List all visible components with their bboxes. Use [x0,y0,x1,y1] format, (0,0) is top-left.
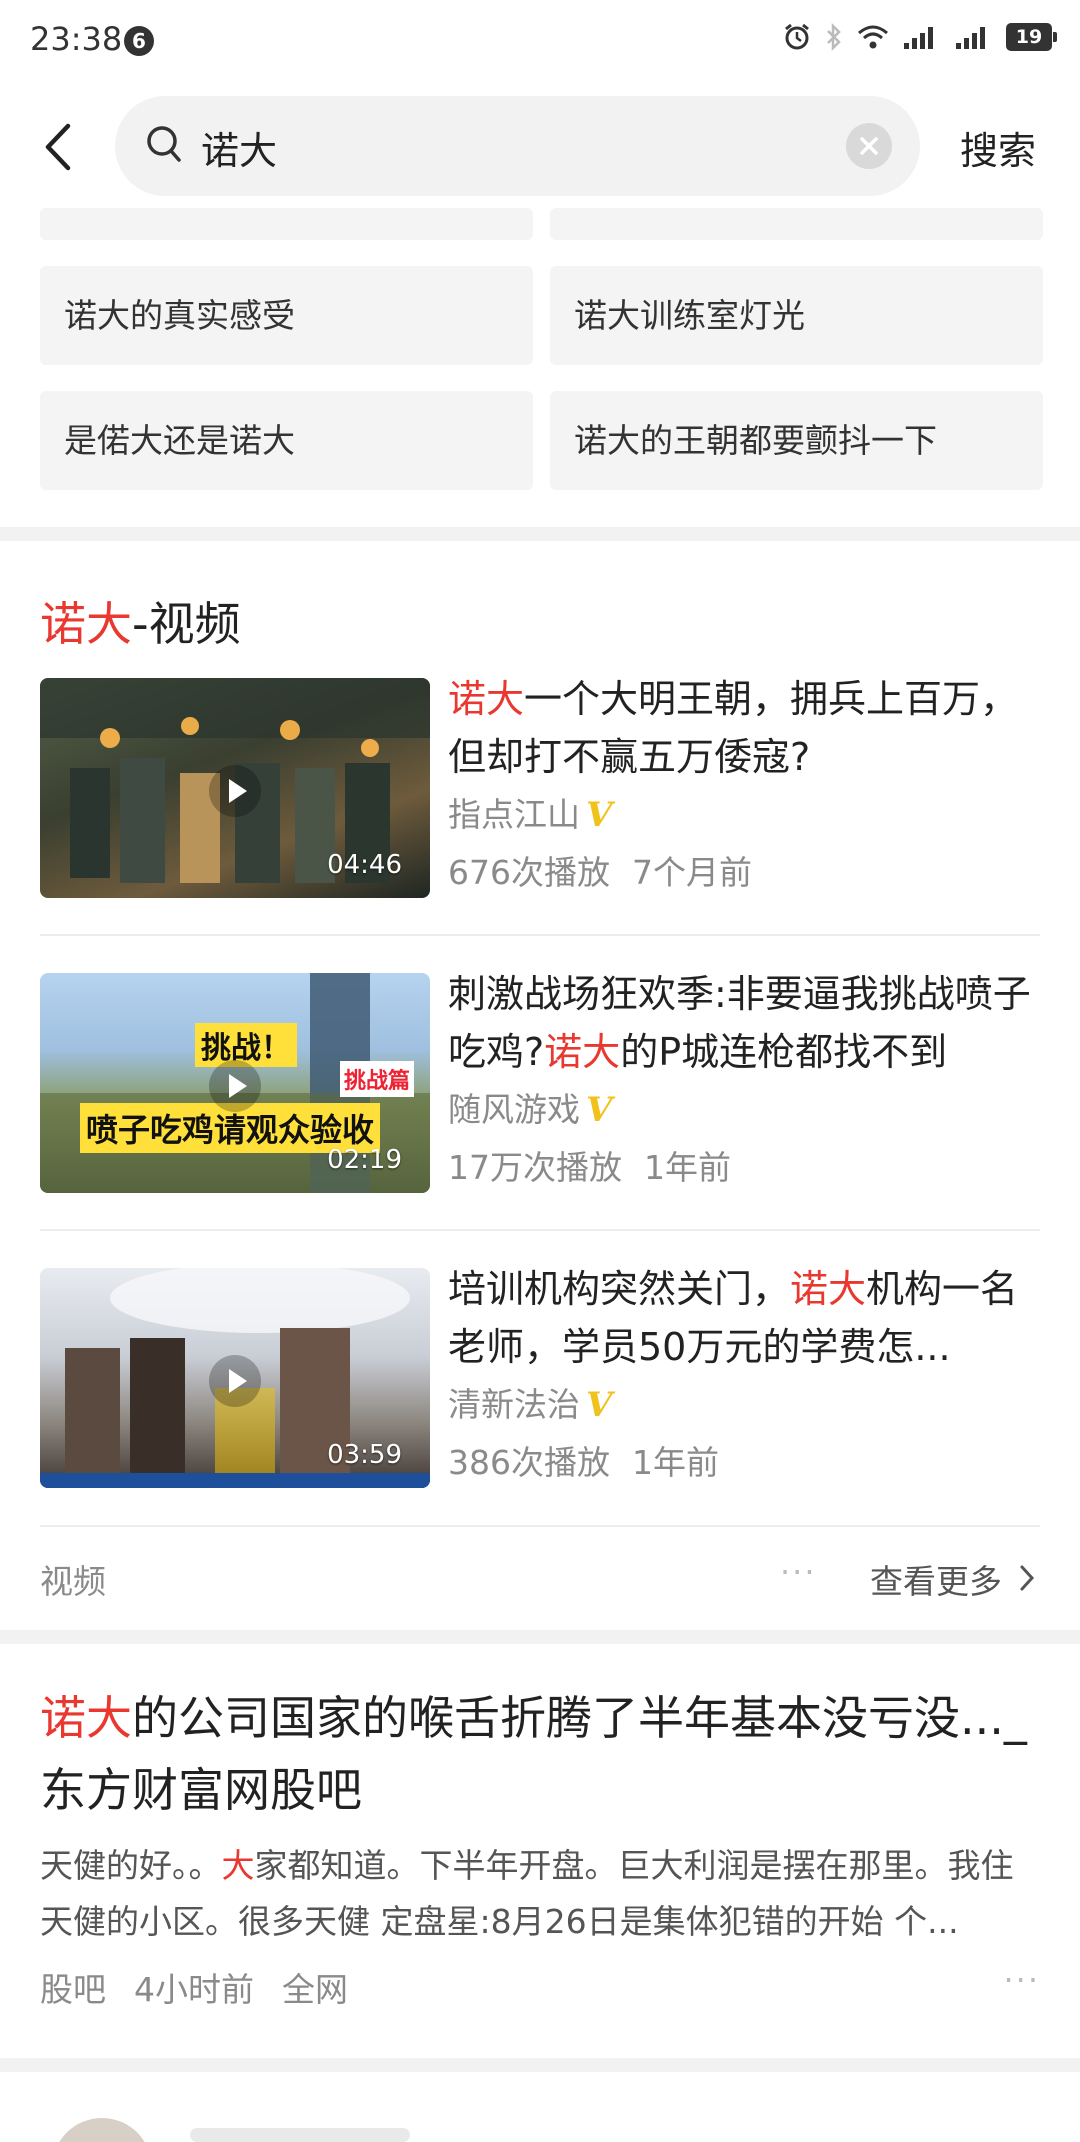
suggestion-chip[interactable]: 是偌大还是诺大 [40,391,533,490]
video-meta: 17万次播放 1年前 [448,1148,731,1187]
view-more-link[interactable]: 查看更多 [870,1555,1002,1603]
suggestion-chip[interactable]: 诺大的王朝都要颤抖一下 [550,391,1043,490]
verified-badge-icon: V [586,795,613,835]
alarm-icon [785,23,809,50]
verified-badge-icon: V [586,1090,613,1130]
more-options-icon[interactable]: ··· [780,1553,817,1591]
play-icon [209,765,261,817]
row-separator [40,1525,1040,1527]
video-duration: 03:59 [327,1440,402,1470]
notification-count-badge: 6 [124,26,154,56]
video-item[interactable]: 03:59 培训机构突然关门，诺大机构一名老师，学员50万元的学费怎... 清新… [40,1267,1040,1488]
suggestion-chip-partial[interactable] [40,208,533,240]
suggestion-chip[interactable]: 诺大训练室灯光 [550,266,1043,365]
video-item[interactable]: 挑战！ 挑战篇 喷子吃鸡请观众验收 02:19 刺激战场狂欢季:非要逼我挑战喷子… [40,972,1040,1193]
row-separator [40,1229,1040,1231]
search-icon [147,126,181,162]
video-duration: 04:46 [327,850,402,880]
video-item[interactable]: 04:46 诺大一个大明王朝，拥兵上百万，但却打不赢五万倭寇? 指点江山 V 67… [40,677,1040,898]
video-thumbnail[interactable]: 挑战！ 挑战篇 喷子吃鸡请观众验收 02:19 [40,973,430,1193]
section-divider [0,1630,1080,1644]
video-title[interactable]: 诺大一个大明王朝，拥兵上百万，但却打不赢五万倭寇? [448,670,1040,786]
clear-icon[interactable] [846,123,892,169]
video-section-title: 诺大-视频 [40,597,241,651]
thumbnail-overlay-tag: 挑战篇 [340,1061,415,1097]
search-header: 诺大 搜索 [0,96,1080,196]
next-item-placeholder [190,2128,410,2142]
avatar[interactable] [52,2118,152,2142]
play-icon [209,1355,261,1407]
article-source: 股吧 [40,1970,106,2009]
video-title[interactable]: 刺激战场狂欢季:非要逼我挑战喷子吃鸡?诺大的P城连枪都找不到 [448,965,1040,1081]
back-arrow-icon[interactable] [38,122,78,172]
video-duration: 02:19 [327,1145,402,1175]
video-thumbnail[interactable]: 03:59 [40,1268,430,1488]
video-author[interactable]: 随风游戏 V [448,1083,612,1131]
signal-icon [904,27,933,49]
video-author[interactable]: 清新法治 V [448,1378,612,1426]
row-separator [40,934,1040,936]
suggestion-chip-partial[interactable] [550,208,1043,240]
video-thumbnail[interactable]: 04:46 [40,678,430,898]
chevron-right-icon[interactable] [1018,1563,1036,1593]
bluetooth-icon [827,22,841,52]
status-time: 23:38 [30,20,123,58]
section-divider [0,2058,1080,2072]
video-title[interactable]: 培训机构突然关门，诺大机构一名老师，学员50万元的学费怎... [448,1260,1040,1376]
verified-badge-icon: V [586,1385,613,1425]
status-icons: 19 [782,22,1057,52]
video-author[interactable]: 指点江山 V [448,788,612,836]
signal-2-icon [956,27,985,49]
article-snippet[interactable]: 天健的好。。大家都知道。下半年开盘。巨大利润是摆在那里。我住天健的小区。很多天健… [40,1838,1040,1950]
search-query-text: 诺大 [201,129,278,173]
wifi-icon [858,25,888,49]
video-meta: 386次播放 1年前 [448,1443,719,1482]
battery-icon: 19 [1006,23,1057,51]
article-scope: 全网 [282,1970,348,2009]
search-input[interactable]: 诺大 [115,96,920,196]
play-icon [209,1060,261,1112]
search-button[interactable]: 搜索 [960,120,1036,175]
status-bar: 23:38 6 19 [0,0,1080,84]
video-meta: 676次播放 7个月前 [448,853,752,892]
section-divider [0,527,1080,541]
article-meta: 股吧 4小时前 全网 [40,1963,376,2011]
article-title[interactable]: 诺大的公司国家的喉舌折腾了半年基本没亏没..._东方财富网股吧 [40,1682,1040,1826]
suggestion-chip[interactable]: 诺大的真实感受 [40,266,533,365]
video-footer-label: 视频 [40,1562,106,1601]
more-options-icon[interactable]: ··· [1003,1961,1040,1999]
article-time: 4小时前 [134,1970,254,2009]
